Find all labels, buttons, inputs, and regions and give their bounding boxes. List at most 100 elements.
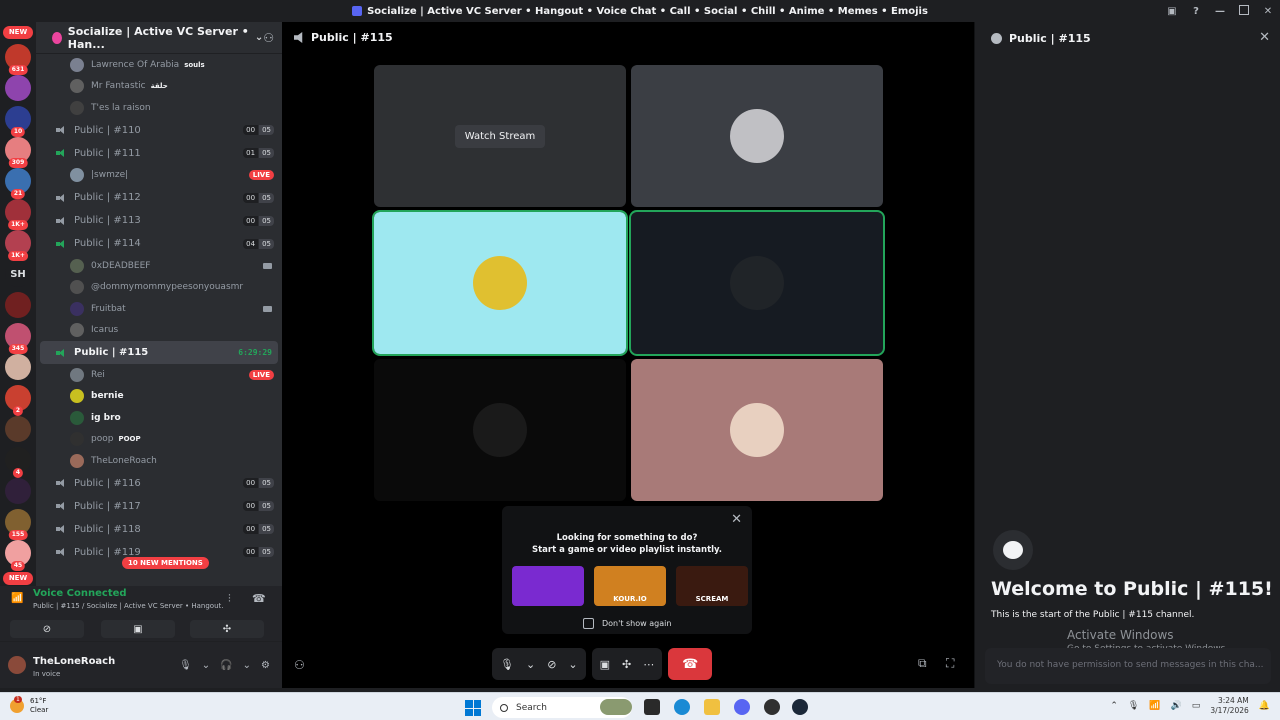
close-icon[interactable]: ✕: [731, 512, 742, 527]
file-explorer-icon[interactable]: [704, 699, 720, 715]
start-button[interactable]: [465, 700, 481, 716]
voice-channel-118[interactable]: Public | #118 00 05: [40, 518, 278, 541]
screen-share-icon[interactable]: ▣: [600, 658, 610, 671]
minimize-button[interactable]: —: [1208, 6, 1232, 17]
chevron-down-icon[interactable]: ⌄: [202, 660, 210, 671]
watch-stream-button[interactable]: Watch Stream: [454, 124, 546, 148]
settings-gear-icon[interactable]: ⚙: [261, 660, 270, 671]
battery-icon[interactable]: ▭: [1192, 701, 1201, 711]
wifi-icon[interactable]: 📶: [1149, 701, 1160, 711]
voice-member[interactable]: @dommymommypeesonyouasmr: [36, 277, 282, 299]
headphones-icon[interactable]: 🎧: [220, 660, 232, 671]
microphone-icon[interactable]: 🎙: [500, 658, 514, 671]
voice-member[interactable]: Rei LIVE: [36, 364, 282, 386]
chevron-down-icon[interactable]: ⌄: [255, 32, 263, 43]
server-icon[interactable]: [5, 292, 31, 318]
participant-tile[interactable]: [374, 359, 626, 501]
chevron-down-icon[interactable]: ⌄: [243, 660, 251, 671]
voice-channel-110[interactable]: Public | #110 00 05: [40, 119, 278, 142]
obs-icon[interactable]: [764, 699, 780, 715]
chevron-down-icon[interactable]: ⌄: [526, 658, 535, 671]
server-icon[interactable]: 2: [5, 385, 31, 416]
voice-member[interactable]: T'es la raison: [36, 97, 282, 119]
voice-member[interactable]: Lawrence Of Arabia souls: [36, 54, 282, 76]
voice-member[interactable]: ig bro: [36, 407, 282, 429]
server-icon[interactable]: 631: [5, 44, 31, 75]
maximize-button[interactable]: [1232, 4, 1256, 18]
voice-status[interactable]: Voice Connected: [33, 588, 127, 599]
server-header[interactable]: Socialize | Active VC Server • Han... ⌄ …: [36, 22, 282, 54]
voice-channel-115[interactable]: Public | #115 6:29:29: [40, 341, 278, 364]
disconnect-icon[interactable]: ☎: [252, 592, 266, 605]
participant-tile[interactable]: [631, 65, 883, 207]
voice-member[interactable]: |swmze| LIVE: [36, 165, 282, 187]
dont-show-again[interactable]: Don't show again: [583, 618, 671, 629]
camera-off-button[interactable]: ⊘: [10, 620, 84, 638]
server-icon-sh[interactable]: SH: [5, 261, 31, 287]
server-icon[interactable]: 21: [5, 168, 31, 199]
checkbox[interactable]: [583, 618, 594, 629]
popout-icon[interactable]: ⧉: [918, 656, 927, 671]
help-icon[interactable]: ?: [1184, 6, 1208, 17]
invite-to-call-icon[interactable]: ⚇: [294, 658, 305, 672]
discord-taskbar-icon[interactable]: [734, 699, 750, 715]
voice-member[interactable]: bernie: [36, 386, 282, 408]
server-icon[interactable]: [5, 416, 31, 442]
voice-member[interactable]: TheLoneRoach: [36, 450, 282, 472]
activity-card[interactable]: [512, 566, 584, 606]
server-icon[interactable]: [5, 75, 31, 101]
invite-people-icon[interactable]: ⚇: [263, 31, 274, 45]
voice-channel-112[interactable]: Public | #112 00 05: [40, 186, 278, 209]
camera-off-icon[interactable]: ⊘: [547, 658, 556, 671]
chevron-up-icon[interactable]: ⌃: [1110, 701, 1118, 711]
search-highlight-icon[interactable]: [600, 699, 632, 715]
activity-card[interactable]: SCREAM: [676, 566, 748, 606]
server-icon[interactable]: 155: [5, 509, 31, 540]
voice-channel-114[interactable]: Public | #114 04 05: [40, 232, 278, 255]
server-icon[interactable]: [5, 354, 31, 380]
voice-member[interactable]: Icarus: [36, 320, 282, 342]
activities-button[interactable]: ✣: [190, 620, 264, 638]
voice-channel-116[interactable]: Public | #116 00 05: [40, 472, 278, 495]
volume-icon[interactable]: 🔊: [1171, 701, 1182, 711]
server-icon[interactable]: [5, 478, 31, 504]
noise-suppression-icon[interactable]: ⫶: [228, 592, 231, 606]
close-icon[interactable]: ✕: [1259, 30, 1270, 45]
new-mentions-pill[interactable]: 10 NEW MENTIONS: [122, 557, 209, 569]
disconnect-button[interactable]: ☎: [668, 648, 713, 680]
inbox-icon[interactable]: ▣: [1160, 6, 1184, 17]
voice-member[interactable]: Fruitbat: [36, 298, 282, 320]
participant-tile[interactable]: [372, 210, 628, 356]
server-icon[interactable]: 345: [5, 323, 31, 354]
signal-icon[interactable]: 📶: [11, 593, 23, 604]
screen-share-button[interactable]: ▣: [101, 620, 175, 638]
server-icon[interactable]: 10: [5, 106, 31, 137]
voice-member[interactable]: poop POOP: [36, 429, 282, 451]
edge-browser-icon[interactable]: [674, 699, 690, 715]
microphone-icon[interactable]: 🎙: [179, 660, 192, 671]
voice-channel-path[interactable]: Public | #115 / Socialize | Active VC Se…: [33, 602, 223, 610]
task-view-icon[interactable]: [644, 699, 660, 715]
fullscreen-icon[interactable]: ⛶: [946, 656, 954, 671]
voice-channel-113[interactable]: Public | #113 00 05: [40, 209, 278, 232]
clock[interactable]: 3:24 AM 3/17/2026: [1210, 696, 1248, 716]
server-icon[interactable]: 309: [5, 137, 31, 168]
activities-icon[interactable]: ✣: [622, 658, 631, 671]
server-icon[interactable]: 45: [5, 540, 31, 571]
server-icon[interactable]: 1K+: [5, 199, 31, 230]
steam-icon[interactable]: [792, 699, 808, 715]
user-avatar[interactable]: [8, 656, 26, 674]
message-input[interactable]: You do not have permission to send messa…: [985, 648, 1271, 684]
voice-member[interactable]: 0xDEADBEEF: [36, 255, 282, 277]
stream-tile[interactable]: Watch Stream: [374, 65, 626, 207]
voice-channel-117[interactable]: Public | #117 00 05: [40, 495, 278, 518]
server-icon[interactable]: 4: [5, 447, 31, 478]
chevron-down-icon[interactable]: ⌄: [568, 658, 577, 671]
close-window-button[interactable]: ✕: [1256, 6, 1280, 17]
more-options-icon[interactable]: ⋯: [643, 658, 654, 671]
server-icon[interactable]: 1K+: [5, 230, 31, 261]
participant-tile[interactable]: [631, 359, 883, 501]
activity-card[interactable]: KOUR.IO: [594, 566, 666, 606]
participant-tile[interactable]: [629, 210, 885, 356]
weather-widget[interactable]: 1 61°F Clear: [10, 696, 48, 715]
